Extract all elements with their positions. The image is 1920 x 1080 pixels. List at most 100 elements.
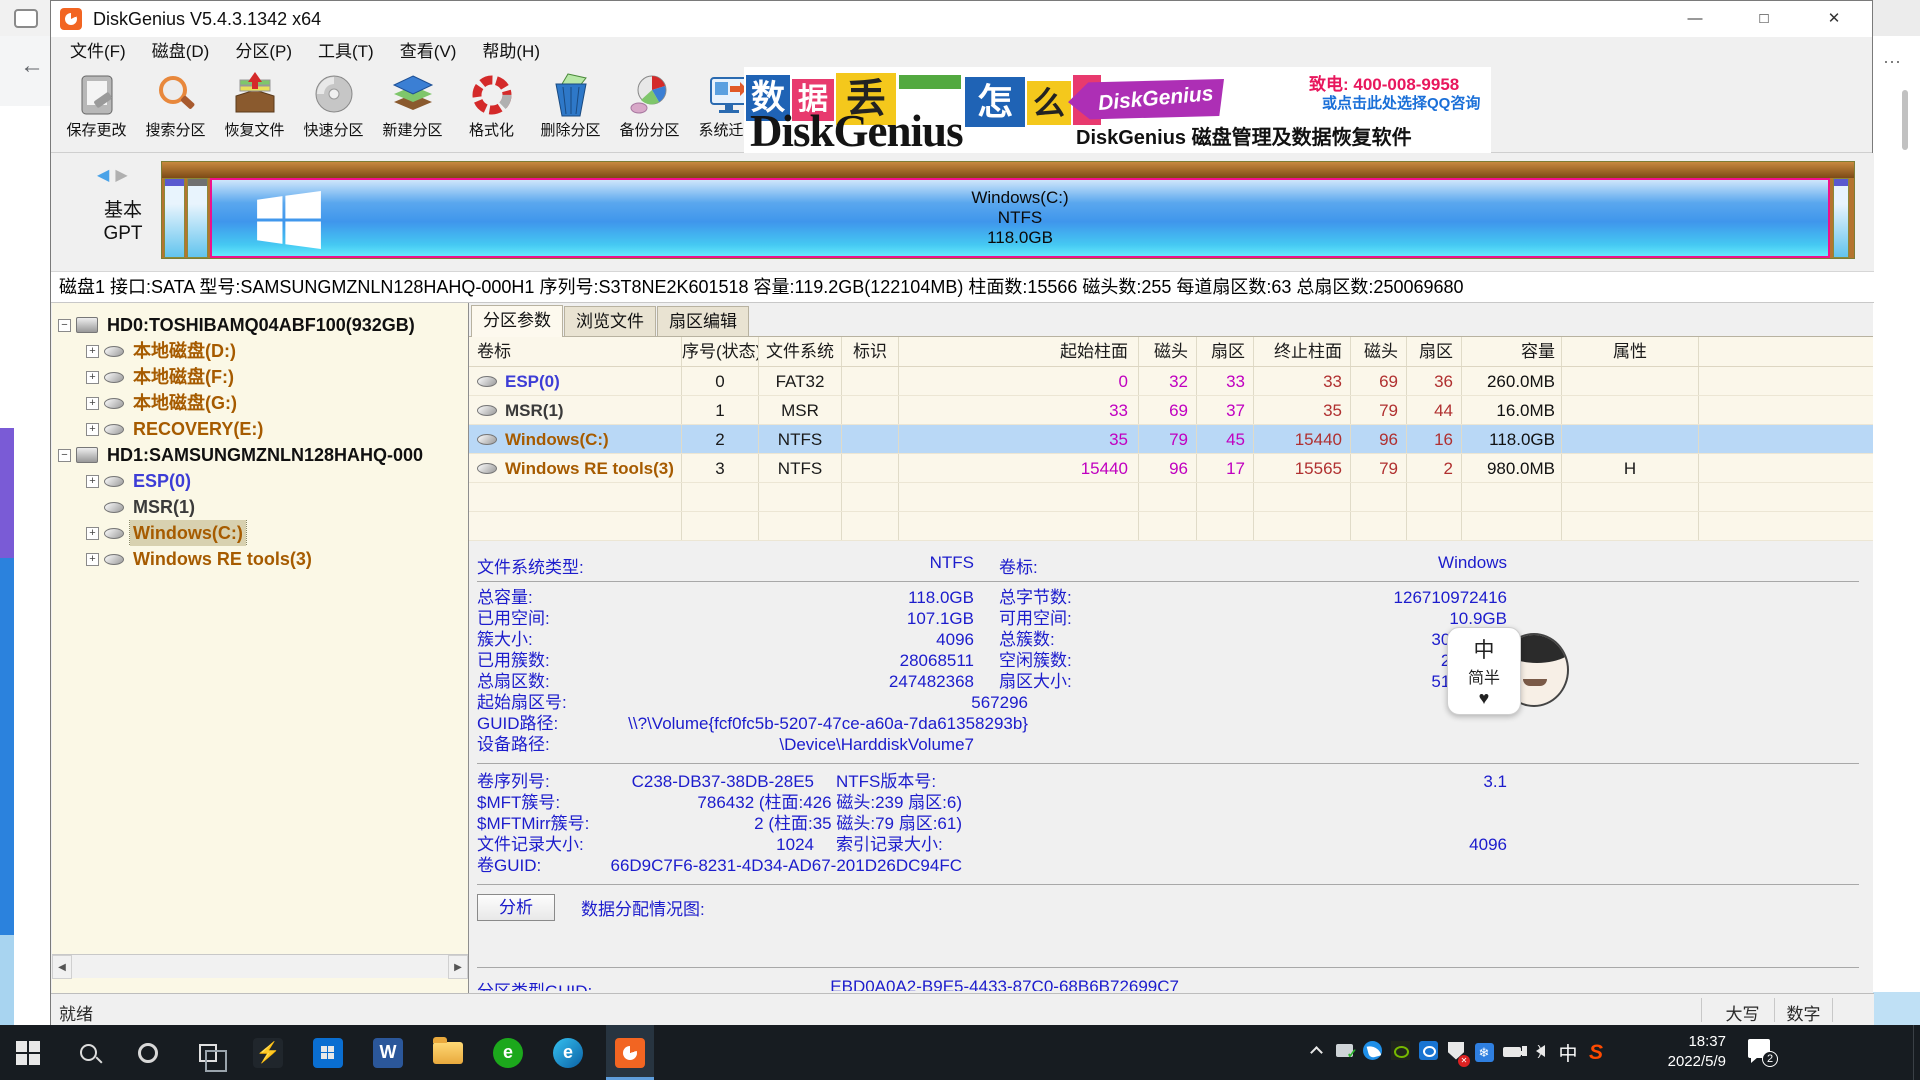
tree-horizontal-scrollbar[interactable]: ◀ ▶ [52,954,468,978]
table-empty-row [469,512,1873,541]
partition-block-windows-c[interactable]: Windows(C:) NTFS 118.0GB [210,178,1830,258]
tab-partition-params[interactable]: 分区参数 [471,305,563,338]
new-partition-button[interactable]: 新建分区 [373,70,452,150]
col-header[interactable]: 终止柱面 [1254,337,1351,366]
tree-expander-icon[interactable] [86,371,99,384]
format-button[interactable]: 格式化 [452,70,531,150]
tree-expander-icon[interactable] [86,553,99,566]
snowflake-tray-icon[interactable]: ❄ [1470,1043,1498,1062]
menu-item[interactable]: 帮助(H) [469,37,553,67]
task-view-button[interactable] [184,1025,232,1080]
taskbar-app-store[interactable] [304,1025,352,1080]
close-button[interactable]: ✕ [1811,1,1857,37]
ime-float-widget[interactable]: 中 简半 ♥ [1447,627,1521,715]
bird-app-tray-icon[interactable] [1358,1041,1386,1064]
scrollbar-thumb[interactable] [1902,90,1908,150]
menu-item[interactable]: 查看(V) [387,37,470,67]
quick-partition-button[interactable]: 快速分区 [294,70,373,150]
tree-item[interactable]: 本地磁盘(D:) [52,338,468,364]
show-desktop-button[interactable] [1913,1025,1920,1080]
table-row[interactable]: Windows(C:) 2 NTFS 35 79 45 15440 96 16 … [469,425,1873,454]
tree-expander-icon[interactable] [58,319,71,332]
taskbar-app-bolt[interactable]: ⚡ [244,1025,292,1080]
analyze-button[interactable]: 分析 [477,894,555,921]
table-row[interactable]: MSR(1) 1 MSR 33 69 37 35 79 44 16.0MB [469,396,1873,425]
prev-disk-arrow-icon[interactable]: ◀ [97,167,109,184]
tray-expand-chevron[interactable] [1302,1044,1330,1061]
scroll-right-arrow[interactable]: ▶ [448,955,468,979]
partition-table-type-label: GPT [93,223,153,245]
action-center-button[interactable]: 2 [1748,1039,1774,1063]
col-header[interactable]: 文件系统 [759,337,842,366]
minimize-button[interactable]: — [1672,1,1718,37]
partition-block-winre[interactable] [1833,178,1849,258]
taskbar-app-browser-green[interactable]: e [484,1025,532,1080]
save-changes-button[interactable]: 保存更改 [57,70,136,150]
volume-tray-icon[interactable] [1526,1044,1554,1061]
col-header[interactable]: 序号(状态) [682,337,759,366]
drive-icon [104,398,124,409]
col-header[interactable]: 卷标 [469,337,682,366]
taskbar-app-diskgenius-active[interactable] [606,1025,654,1080]
tree-item[interactable]: ESP(0) [52,468,468,494]
partition-block-msr[interactable] [187,178,208,258]
col-header[interactable]: 磁头 [1351,337,1407,366]
tab-browse-files[interactable]: 浏览文件 [564,306,656,337]
col-header[interactable]: 扇区 [1197,337,1254,366]
col-header[interactable]: 属性 [1562,337,1699,366]
intel-tray-icon[interactable] [1414,1041,1442,1064]
tree-item[interactable]: HD0:TOSHIBAMQ04ABF100(932GB) [52,312,468,338]
search-partition-button[interactable]: 搜索分区 [136,70,215,150]
detail-line: 扇区大小: 512 Bytes [999,671,1507,692]
tree-item[interactable]: Windows(C:) [52,520,468,546]
tree-item[interactable]: 本地磁盘(G:) [52,390,468,416]
taskbar-clock[interactable]: 18:37 2022/5/9 [1652,1032,1726,1072]
overflow-menu-icon[interactable]: ⋯ [1883,52,1902,73]
tree-item[interactable]: Windows RE tools(3) [52,546,468,572]
sogou-tray-icon[interactable]: S [1582,1041,1610,1065]
tree-expander-icon[interactable] [86,345,99,358]
partition-block-esp[interactable] [164,178,185,258]
tree-item[interactable]: MSR(1) [52,494,468,520]
back-arrow-icon[interactable]: ← [20,52,44,80]
taskbar-app-word[interactable]: W [364,1025,412,1080]
col-header[interactable]: 起始柱面 [899,337,1139,366]
backup-partition-button[interactable]: 备份分区 [610,70,689,150]
tree-expander-icon[interactable] [86,475,99,488]
security-shield-tray-icon[interactable] [1442,1042,1470,1064]
maximize-button[interactable]: □ [1741,1,1787,37]
tree-expander-icon[interactable] [86,527,99,540]
table-row[interactable]: Windows RE tools(3) 3 NTFS 15440 96 17 1… [469,454,1873,483]
col-header[interactable]: 磁头 [1139,337,1197,366]
taskbar-app-explorer[interactable] [424,1025,472,1080]
tab-sector-edit[interactable]: 扇区编辑 [657,306,749,337]
tree-expander-icon[interactable] [86,397,99,410]
col-header[interactable]: 容量 [1462,337,1562,366]
detail-line: 卷GUID: 66D9C7F6-8231-4D34-AD67-201D26DC9… [477,855,1507,876]
ad-qq-link[interactable]: 或点击此处选择QQ咨询 [1322,92,1480,113]
printer-tray-icon[interactable] [1330,1044,1358,1061]
ad-banner[interactable]: 数 据 丢 怎 么 ! DiskGenius DiskGenius DiskGe… [744,67,1491,153]
tree-item[interactable]: HD1:SAMSUNGMZNLN128HAHQ-000 [52,442,468,468]
table-row[interactable]: ESP(0) 0 FAT32 0 32 33 33 69 36 260.0MB [469,367,1873,396]
next-disk-arrow-icon[interactable]: ▶ [115,167,127,184]
start-button[interactable] [4,1025,52,1080]
ime-indicator[interactable]: 中 [1554,1039,1582,1066]
tree-item[interactable]: 本地磁盘(F:) [52,364,468,390]
col-header[interactable]: 标识 [842,337,899,366]
scroll-left-arrow[interactable]: ◀ [52,955,72,979]
tree-expander-icon[interactable] [86,423,99,436]
tree-expander-icon[interactable] [58,449,71,462]
tree-item[interactable]: RECOVERY(E:) [52,416,468,442]
delete-partition-button[interactable]: 删除分区 [531,70,610,150]
cortana-button[interactable] [124,1025,172,1080]
taskbar-search-button[interactable] [64,1025,112,1080]
taskbar-app-edge[interactable]: e [544,1025,592,1080]
nvidia-tray-icon[interactable] [1386,1041,1414,1064]
menu-item[interactable]: 文件(F) [57,37,139,67]
col-header[interactable]: 扇区 [1407,337,1462,366]
menu-item[interactable]: 分区(P) [222,37,305,67]
menu-item[interactable]: 工具(T) [305,37,387,67]
menu-item[interactable]: 磁盘(D) [139,37,223,67]
recover-files-button[interactable]: 恢复文件 [215,70,294,150]
